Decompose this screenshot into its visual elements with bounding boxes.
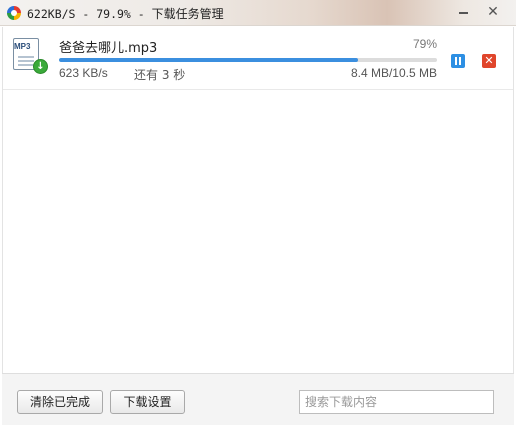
clear-completed-button[interactable]: 清除已完成 [17,390,103,414]
file-type-label: MP3 [14,42,31,51]
window-title: 622KB/S - 79.9% - 下载任务管理 [27,7,224,21]
close-icon: ✕ [487,4,499,20]
progress-fill [59,58,358,62]
title-bar: 622KB/S - 79.9% - 下载任务管理 ✕ [0,0,516,26]
pause-button[interactable] [451,54,465,68]
task-list: MP3 ↓ 爸爸去哪儿.mp3 79% 623 KB/s 还有 3 秒 8.4 … [2,27,514,373]
download-arrow-icon: ↓ [33,59,48,74]
download-settings-button[interactable]: 下载设置 [110,390,185,414]
minimize-button[interactable] [452,1,476,23]
minimize-icon [459,12,468,14]
footer-toolbar: 清除已完成 下载设置 [2,373,514,425]
file-size: 8.4 MB/10.5 MB [350,66,437,80]
progress-percent: 79% [412,37,437,51]
close-window-button[interactable]: ✕ [481,1,505,23]
close-icon: ✕ [484,54,494,67]
download-task-row[interactable]: MP3 ↓ 爸爸去哪儿.mp3 79% 623 KB/s 还有 3 秒 8.4 … [3,27,513,90]
time-remaining: 还有 3 秒 [134,68,186,82]
search-box[interactable] [299,390,494,414]
app-logo-icon [7,6,21,20]
search-input[interactable] [300,391,493,413]
file-name: 爸爸去哪儿.mp3 [59,41,158,56]
progress-bar [59,58,437,62]
mp3-file-icon: MP3 ↓ [13,38,48,76]
cancel-button[interactable]: ✕ [482,54,496,68]
download-speed: 623 KB/s [59,66,108,80]
